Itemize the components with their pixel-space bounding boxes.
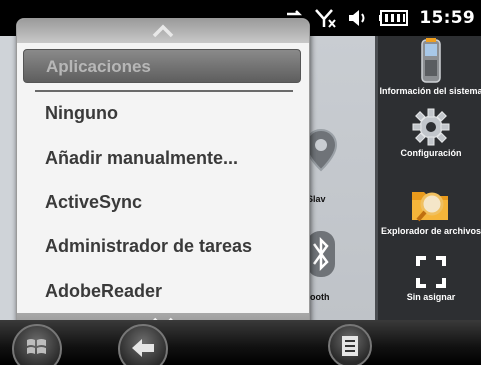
tile-file-explorer[interactable]: Explorador de archivos xyxy=(378,184,481,237)
folder-search-icon xyxy=(412,192,448,222)
selected-item-label: Aplicaciones xyxy=(46,57,151,76)
tile-label: Configuración xyxy=(400,148,462,158)
gear-icon xyxy=(412,108,450,146)
battery-icon[interactable] xyxy=(379,10,409,26)
launcher-right-panel: Información del sistema Configuración Ex… xyxy=(375,36,481,320)
taskbar xyxy=(0,320,481,365)
device-icon xyxy=(421,38,441,83)
tile-label: Sin asignar xyxy=(406,292,456,302)
chevron-up-icon xyxy=(152,24,174,38)
scroll-up-button[interactable] xyxy=(17,19,309,43)
list-item[interactable]: Añadir manualmente... xyxy=(45,148,238,169)
tile-system-info[interactable]: Información del sistema xyxy=(378,38,481,97)
list-item[interactable]: Ninguno xyxy=(45,103,118,124)
windows-flag-icon xyxy=(27,339,46,354)
back-arrow-icon xyxy=(132,339,154,357)
start-button[interactable] xyxy=(12,324,62,365)
screen: 15:59 Slav etooth Información del sistem… xyxy=(0,0,481,365)
tile-settings[interactable]: Configuración xyxy=(378,108,481,159)
clock[interactable]: 15:59 xyxy=(419,8,475,28)
selected-item[interactable]: Aplicaciones xyxy=(23,49,301,83)
tile-label: Información del sistema xyxy=(379,86,481,96)
status-icons: 15:59 xyxy=(285,6,475,30)
tile-label: Explorador de archivos xyxy=(380,226,481,236)
list-item[interactable]: Administrador de tareas xyxy=(45,236,252,257)
bluetooth-icon[interactable] xyxy=(306,230,336,278)
volume-icon[interactable] xyxy=(347,9,369,27)
list-item[interactable]: AdobeReader xyxy=(45,281,162,302)
no-signal-icon[interactable] xyxy=(315,8,337,28)
back-button[interactable] xyxy=(118,324,168,365)
tile-unassigned[interactable]: Sin asignar xyxy=(378,254,481,303)
list-divider xyxy=(35,90,293,92)
menu-list-icon xyxy=(342,336,358,356)
app-dropdown-list[interactable]: Aplicaciones Ninguno Añadir manualmente.… xyxy=(16,18,310,338)
list-item[interactable]: ActiveSync xyxy=(45,192,142,213)
unassigned-icon xyxy=(416,256,446,288)
menu-button[interactable] xyxy=(328,324,372,365)
